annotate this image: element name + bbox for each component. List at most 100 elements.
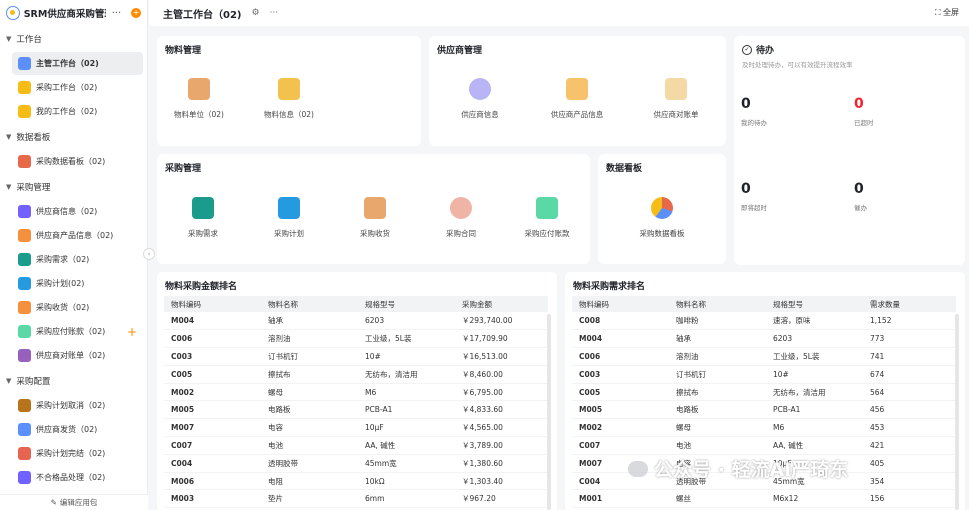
sidebar-item[interactable]: 供应商对账单（02) bbox=[12, 344, 143, 367]
column-header[interactable]: 物料名称 bbox=[669, 296, 766, 312]
table-row[interactable]: M004 轴承 6203 773 bbox=[572, 329, 956, 349]
column-header[interactable]: 规格型号 bbox=[766, 296, 863, 312]
chat-icon bbox=[192, 197, 214, 219]
todo-title-label: 待办 bbox=[756, 46, 775, 56]
cart-monitor-icon bbox=[18, 277, 31, 290]
clipboard-icon bbox=[18, 301, 31, 314]
tile-label: 物料单位（02) bbox=[174, 110, 224, 119]
purchase-demand-tile[interactable]: 采购需求 bbox=[163, 197, 243, 239]
more-icon[interactable]: ··· bbox=[270, 8, 279, 18]
watermark: 公众号 · 轻流AI严琦东 bbox=[628, 455, 848, 482]
table-cell: ￥1,380.60 bbox=[455, 454, 548, 473]
card-title: 物料采购金额排名 bbox=[165, 282, 238, 292]
purchase-data-board-tile[interactable]: 采购数据看板 bbox=[622, 197, 702, 239]
table-row[interactable]: M007 电容 10μF ￥4,565.00 bbox=[164, 418, 548, 438]
table-row[interactable]: M002 螺母 M6 453 bbox=[572, 418, 956, 438]
due-soon-count[interactable]: 0 bbox=[741, 181, 751, 197]
table-row[interactable]: M002 螺母 M6 ￥6,795.00 bbox=[164, 383, 548, 402]
sidebar-item[interactable]: 不合格品处理（02) bbox=[12, 466, 143, 489]
sidebar-item[interactable]: 采购计划取消（02) bbox=[12, 394, 143, 417]
sidebar-item[interactable]: 采购收货（02) bbox=[12, 296, 143, 319]
fullscreen-button[interactable]: ⛶ 全屏 bbox=[935, 7, 959, 18]
overdue-count[interactable]: 0 bbox=[854, 96, 864, 112]
table-row[interactable]: M001 螺丝 M6x12 156 bbox=[572, 489, 956, 509]
supplier-product-tile[interactable]: 供应商产品信息 bbox=[537, 78, 617, 120]
todo-card: ✓ 待办 及时处理待办，可以有效提升流程效率 0 我的待办 0 已超时 0 即将… bbox=[734, 36, 965, 265]
purchase-payable-tile[interactable]: 采购应付账款 bbox=[507, 197, 587, 239]
collapse-sidebar-icon[interactable]: ‹ bbox=[143, 248, 155, 260]
column-header[interactable]: 物料编码 bbox=[572, 296, 669, 312]
table-cell: 电池 bbox=[261, 436, 358, 455]
sidebar-item[interactable]: 供应商发货（02) bbox=[12, 418, 143, 441]
purchase-receipt-tile[interactable]: 采购收货 bbox=[335, 197, 415, 239]
table-row[interactable]: M004 轴承 6203 ￥293,740.00 bbox=[164, 312, 548, 331]
sidebar-item[interactable]: 采购工作台（02) bbox=[12, 76, 143, 99]
table-row[interactable]: C003 订书机钉 10# ￥16,513.00 bbox=[164, 347, 548, 366]
handshake-icon bbox=[450, 197, 472, 219]
sidebar-item[interactable]: 供应商信息（02) bbox=[12, 200, 143, 223]
table-row[interactable]: C008 咖啡粉 速溶，原味 1,152 bbox=[572, 312, 956, 331]
card-title: 物料采购需求排名 bbox=[573, 282, 646, 292]
supplier-management-card: 供应商管理 供应商信息 供应商产品信息 供应商对账单 bbox=[429, 36, 726, 146]
sidebar-item[interactable]: 采购需求（02) bbox=[12, 248, 143, 271]
table-cell: 溶剂油 bbox=[261, 329, 358, 349]
add-icon[interactable]: + bbox=[127, 325, 137, 339]
column-header[interactable]: 物料编码 bbox=[164, 296, 261, 312]
sidebar-group-title[interactable]: ▼ 采购管理 bbox=[0, 174, 147, 199]
scrollbar[interactable] bbox=[955, 314, 959, 510]
sidebar-item-label: 采购需求（02) bbox=[36, 255, 90, 264]
table-row[interactable]: C003 订书机钉 10# 674 bbox=[572, 365, 956, 384]
add-badge-icon[interactable]: + bbox=[131, 8, 142, 18]
table-row[interactable]: C005 擦拭布 无纺布，清洁用 ￥8,460.00 bbox=[164, 365, 548, 384]
sidebar-item[interactable]: 采购应付账款（02) + bbox=[12, 320, 143, 343]
material-info-tile[interactable]: 物料信息（02) bbox=[249, 78, 329, 120]
column-header[interactable]: 物料名称 bbox=[261, 296, 358, 312]
sidebar-item-label: 我的工作台（02) bbox=[36, 107, 98, 116]
table-row[interactable]: M006 电阻 10kΩ ￥1,303.40 bbox=[164, 472, 548, 491]
purchase-contract-tile[interactable]: 采购合同 bbox=[421, 197, 501, 239]
sidebar-item-label: 供应商发货（02) bbox=[36, 425, 98, 434]
table-row[interactable]: M003 垫片 6mm ￥967.20 bbox=[164, 489, 548, 509]
wechat-icon bbox=[628, 460, 648, 477]
supplier-statement-tile[interactable]: 供应商对账单 bbox=[636, 78, 716, 120]
sidebar-item-label: 采购工作台（02) bbox=[36, 83, 98, 92]
sidebar-group-title[interactable]: ▼ 数据看板 bbox=[0, 124, 147, 149]
sidebar-item-label: 供应商产品信息（02) bbox=[36, 231, 114, 240]
sidebar-item[interactable]: 我的工作台（02) bbox=[12, 100, 143, 123]
sidebar-item[interactable]: 采购计划(02) bbox=[12, 272, 143, 295]
table-cell: 电路板 bbox=[261, 400, 358, 420]
edit-app-package-button[interactable]: ✎ 编辑应用包 bbox=[0, 494, 148, 510]
sidebar-group-title[interactable]: ▼ 工作台 bbox=[0, 26, 147, 51]
table-row[interactable]: M005 电路板 PCB-A1 ￥4,833.60 bbox=[164, 400, 548, 420]
my-todo-count[interactable]: 0 bbox=[741, 96, 751, 112]
supplier-info-tile[interactable]: 供应商信息 bbox=[440, 78, 520, 120]
sidebar-item[interactable]: 供应商产品信息（02) bbox=[12, 224, 143, 247]
table-row[interactable]: C006 溶剂油 工业级，5L装 ￥17,709.90 bbox=[164, 329, 548, 349]
settings-icon[interactable]: ⚙ bbox=[252, 8, 260, 18]
column-header[interactable]: 采购金额 bbox=[455, 296, 548, 312]
supplier-search-icon bbox=[18, 205, 31, 218]
table-cell: M002 bbox=[164, 383, 261, 402]
cube-icon bbox=[188, 78, 210, 100]
column-header[interactable]: 规格型号 bbox=[358, 296, 455, 312]
table-cell: M005 bbox=[164, 400, 261, 420]
table-row[interactable]: C007 电池 AA, 碱性 ￥3,789.00 bbox=[164, 436, 548, 455]
table-row[interactable]: C004 透明胶带 45mm宽 ￥1,380.60 bbox=[164, 454, 548, 473]
workflow-icon bbox=[278, 78, 300, 100]
table-row[interactable]: M005 电路板 PCB-A1 456 bbox=[572, 400, 956, 420]
material-unit-tile[interactable]: 物料单位（02) bbox=[159, 78, 239, 120]
page-title: 主管工作台（02) bbox=[163, 9, 242, 21]
sidebar-item[interactable]: 主管工作台（02) bbox=[12, 52, 143, 75]
sidebar-item[interactable]: 采购数据看板（02) bbox=[12, 150, 143, 173]
more-icon[interactable]: ··· bbox=[112, 8, 122, 19]
table-row[interactable]: C007 电池 AA, 碱性 421 bbox=[572, 436, 956, 455]
purchase-plan-tile[interactable]: 采购计划 bbox=[249, 197, 329, 239]
clipboard-icon bbox=[364, 197, 386, 219]
sidebar-group-title[interactable]: ▼ 采购配置 bbox=[0, 368, 147, 393]
sidebar-item[interactable]: 采购计划完结（02) bbox=[12, 442, 143, 465]
table-row[interactable]: C005 擦拭布 无纺布，清洁用 564 bbox=[572, 383, 956, 402]
column-header[interactable]: 需求数量 bbox=[863, 296, 956, 312]
scrollbar[interactable] bbox=[547, 314, 551, 510]
table-row[interactable]: C006 溶剂油 工业级，5L装 741 bbox=[572, 347, 956, 366]
reminder-count[interactable]: 0 bbox=[854, 181, 864, 197]
